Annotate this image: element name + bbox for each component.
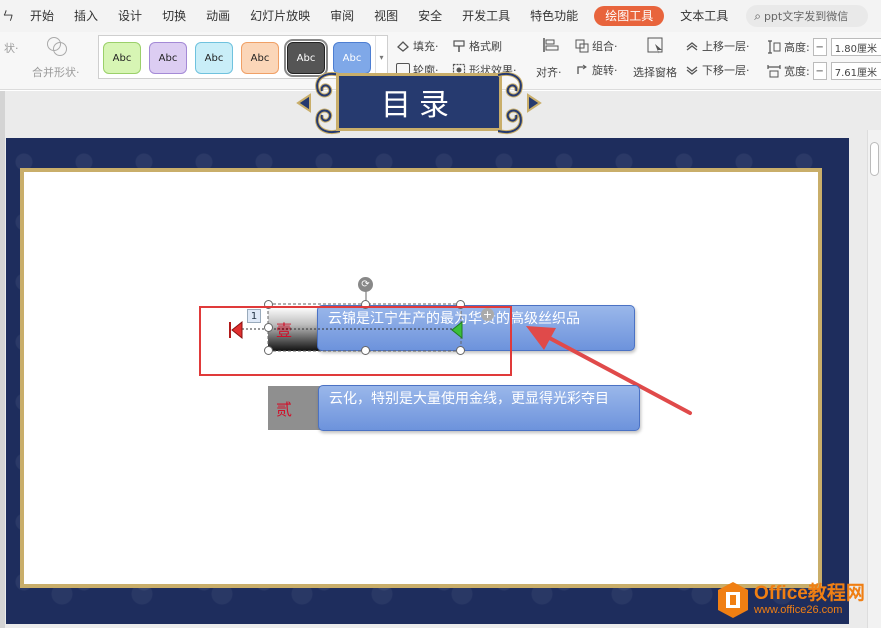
selection-pane-icon <box>646 36 666 56</box>
scroll-ornament-left-icon <box>296 72 340 134</box>
menu-item-slideshow[interactable]: 幻灯片放映 <box>240 0 320 32</box>
site-watermark: Office教程网 www.office26.com <box>716 578 876 622</box>
selection-pane-button[interactable] <box>646 36 669 56</box>
rotate-handle-icon[interactable]: ⟳ <box>358 277 373 292</box>
menu-item-shape[interactable]: ㄣ <box>0 0 20 32</box>
width-icon <box>767 64 781 78</box>
selection-pane-label[interactable]: 选择窗格 <box>633 64 677 80</box>
send-backward-button[interactable]: 下移一层· <box>685 62 750 78</box>
merge-shapes-label[interactable]: 合并形状· <box>32 64 80 80</box>
fill-button[interactable]: 填充· <box>396 38 439 54</box>
group-button[interactable]: 组合· <box>575 38 618 54</box>
watermark-url: www.office26.com <box>754 604 843 616</box>
menu-item-text-tools[interactable]: 文本工具 <box>670 0 738 32</box>
slide-canvas[interactable] <box>6 138 849 624</box>
menu-item-security[interactable]: 安全 <box>408 0 452 32</box>
menu-item-animation[interactable]: 动画 <box>196 0 240 32</box>
width-decrease-button[interactable]: − <box>812 62 827 80</box>
style-swatch-orange[interactable]: Abc <box>241 42 279 74</box>
watermark-text: Office教程网 www.office26.com <box>754 583 865 617</box>
send-backward-icon <box>685 63 699 77</box>
vertical-scrollbar[interactable] <box>867 130 881 628</box>
row2-text-box[interactable]: 云化，特别是大量使用金线，更显得光彩夺目 <box>318 385 640 431</box>
slide-title[interactable]: 目录 <box>336 73 502 131</box>
fill-bucket-icon <box>396 39 410 53</box>
height-decrease-button[interactable]: − <box>812 38 827 56</box>
align-button[interactable] <box>542 36 563 54</box>
menu-item-insert[interactable]: 插入 <box>64 0 108 32</box>
height-label: 高度: <box>784 41 810 54</box>
group-icon <box>575 39 589 53</box>
height-icon <box>767 40 781 54</box>
menu-bar: ㄣ 开始 插入 设计 切换 动画 幻灯片放映 审阅 视图 安全 开发工具 特色功… <box>0 0 881 32</box>
format-painter-button[interactable]: 格式刷 <box>452 38 502 54</box>
menu-item-features[interactable]: 特色功能 <box>520 0 588 32</box>
width-label: 宽度: <box>784 65 810 78</box>
merge-shapes-icon <box>46 36 67 56</box>
row2-number: 贰 <box>276 400 293 419</box>
style-swatch-green[interactable]: Abc <box>103 42 141 74</box>
row2-text: 云化，特别是大量使用金线，更显得光彩夺目 <box>329 391 609 407</box>
search-placeholder: ppt文字发到微信 <box>763 10 849 23</box>
align-icon <box>542 36 560 54</box>
bring-forward-button[interactable]: 上移一层· <box>685 38 750 54</box>
slide-content-area[interactable] <box>20 168 822 588</box>
height-input[interactable]: 1.80厘米 <box>830 38 881 56</box>
watermark-title: Office教程网 <box>754 583 865 604</box>
style-swatch-cyan[interactable]: Abc <box>195 42 233 74</box>
group-label: 组合· <box>592 40 618 53</box>
width-input[interactable]: 7.61厘米 <box>830 62 881 80</box>
fill-label: 填充· <box>413 40 439 53</box>
rotate-label: 旋转· <box>592 64 618 77</box>
bring-forward-label: 上移一层· <box>702 40 750 53</box>
bring-forward-icon <box>685 39 699 53</box>
height-control: 高度: − 1.80厘米 <box>767 38 881 56</box>
search-box[interactable]: ⌕ ppt文字发到微信 <box>746 5 869 27</box>
menu-item-transition[interactable]: 切换 <box>152 0 196 32</box>
search-icon: ⌕ <box>754 8 761 23</box>
rotate-button[interactable]: 旋转· <box>575 62 618 78</box>
scroll-ornament-right-icon <box>498 72 542 134</box>
merge-shapes-button[interactable] <box>46 36 67 56</box>
highlight-rectangle <box>199 306 512 376</box>
menu-item-home[interactable]: 开始 <box>20 0 64 32</box>
menu-item-drawing-tools[interactable]: 绘图工具 <box>594 6 665 26</box>
format-painter-icon <box>452 39 466 53</box>
width-control: 宽度: − 7.61厘米 <box>767 62 881 80</box>
style-swatch-purple[interactable]: Abc <box>149 42 187 74</box>
menu-item-review[interactable]: 审阅 <box>320 0 364 32</box>
menu-item-design[interactable]: 设计 <box>108 0 152 32</box>
menu-item-developer[interactable]: 开发工具 <box>452 0 520 32</box>
menu-item-view[interactable]: 视图 <box>364 0 408 32</box>
send-backward-label: 下移一层· <box>702 64 750 77</box>
title-banner-group[interactable]: 目录 <box>296 57 542 149</box>
thumbnail-pane-edge[interactable] <box>0 91 5 628</box>
scrollbar-thumb[interactable] <box>870 142 879 176</box>
format-painter-label: 格式刷 <box>469 40 502 53</box>
rotate-icon <box>575 63 589 77</box>
office-logo-icon <box>718 582 748 618</box>
shape-label[interactable]: 状· <box>4 40 19 56</box>
